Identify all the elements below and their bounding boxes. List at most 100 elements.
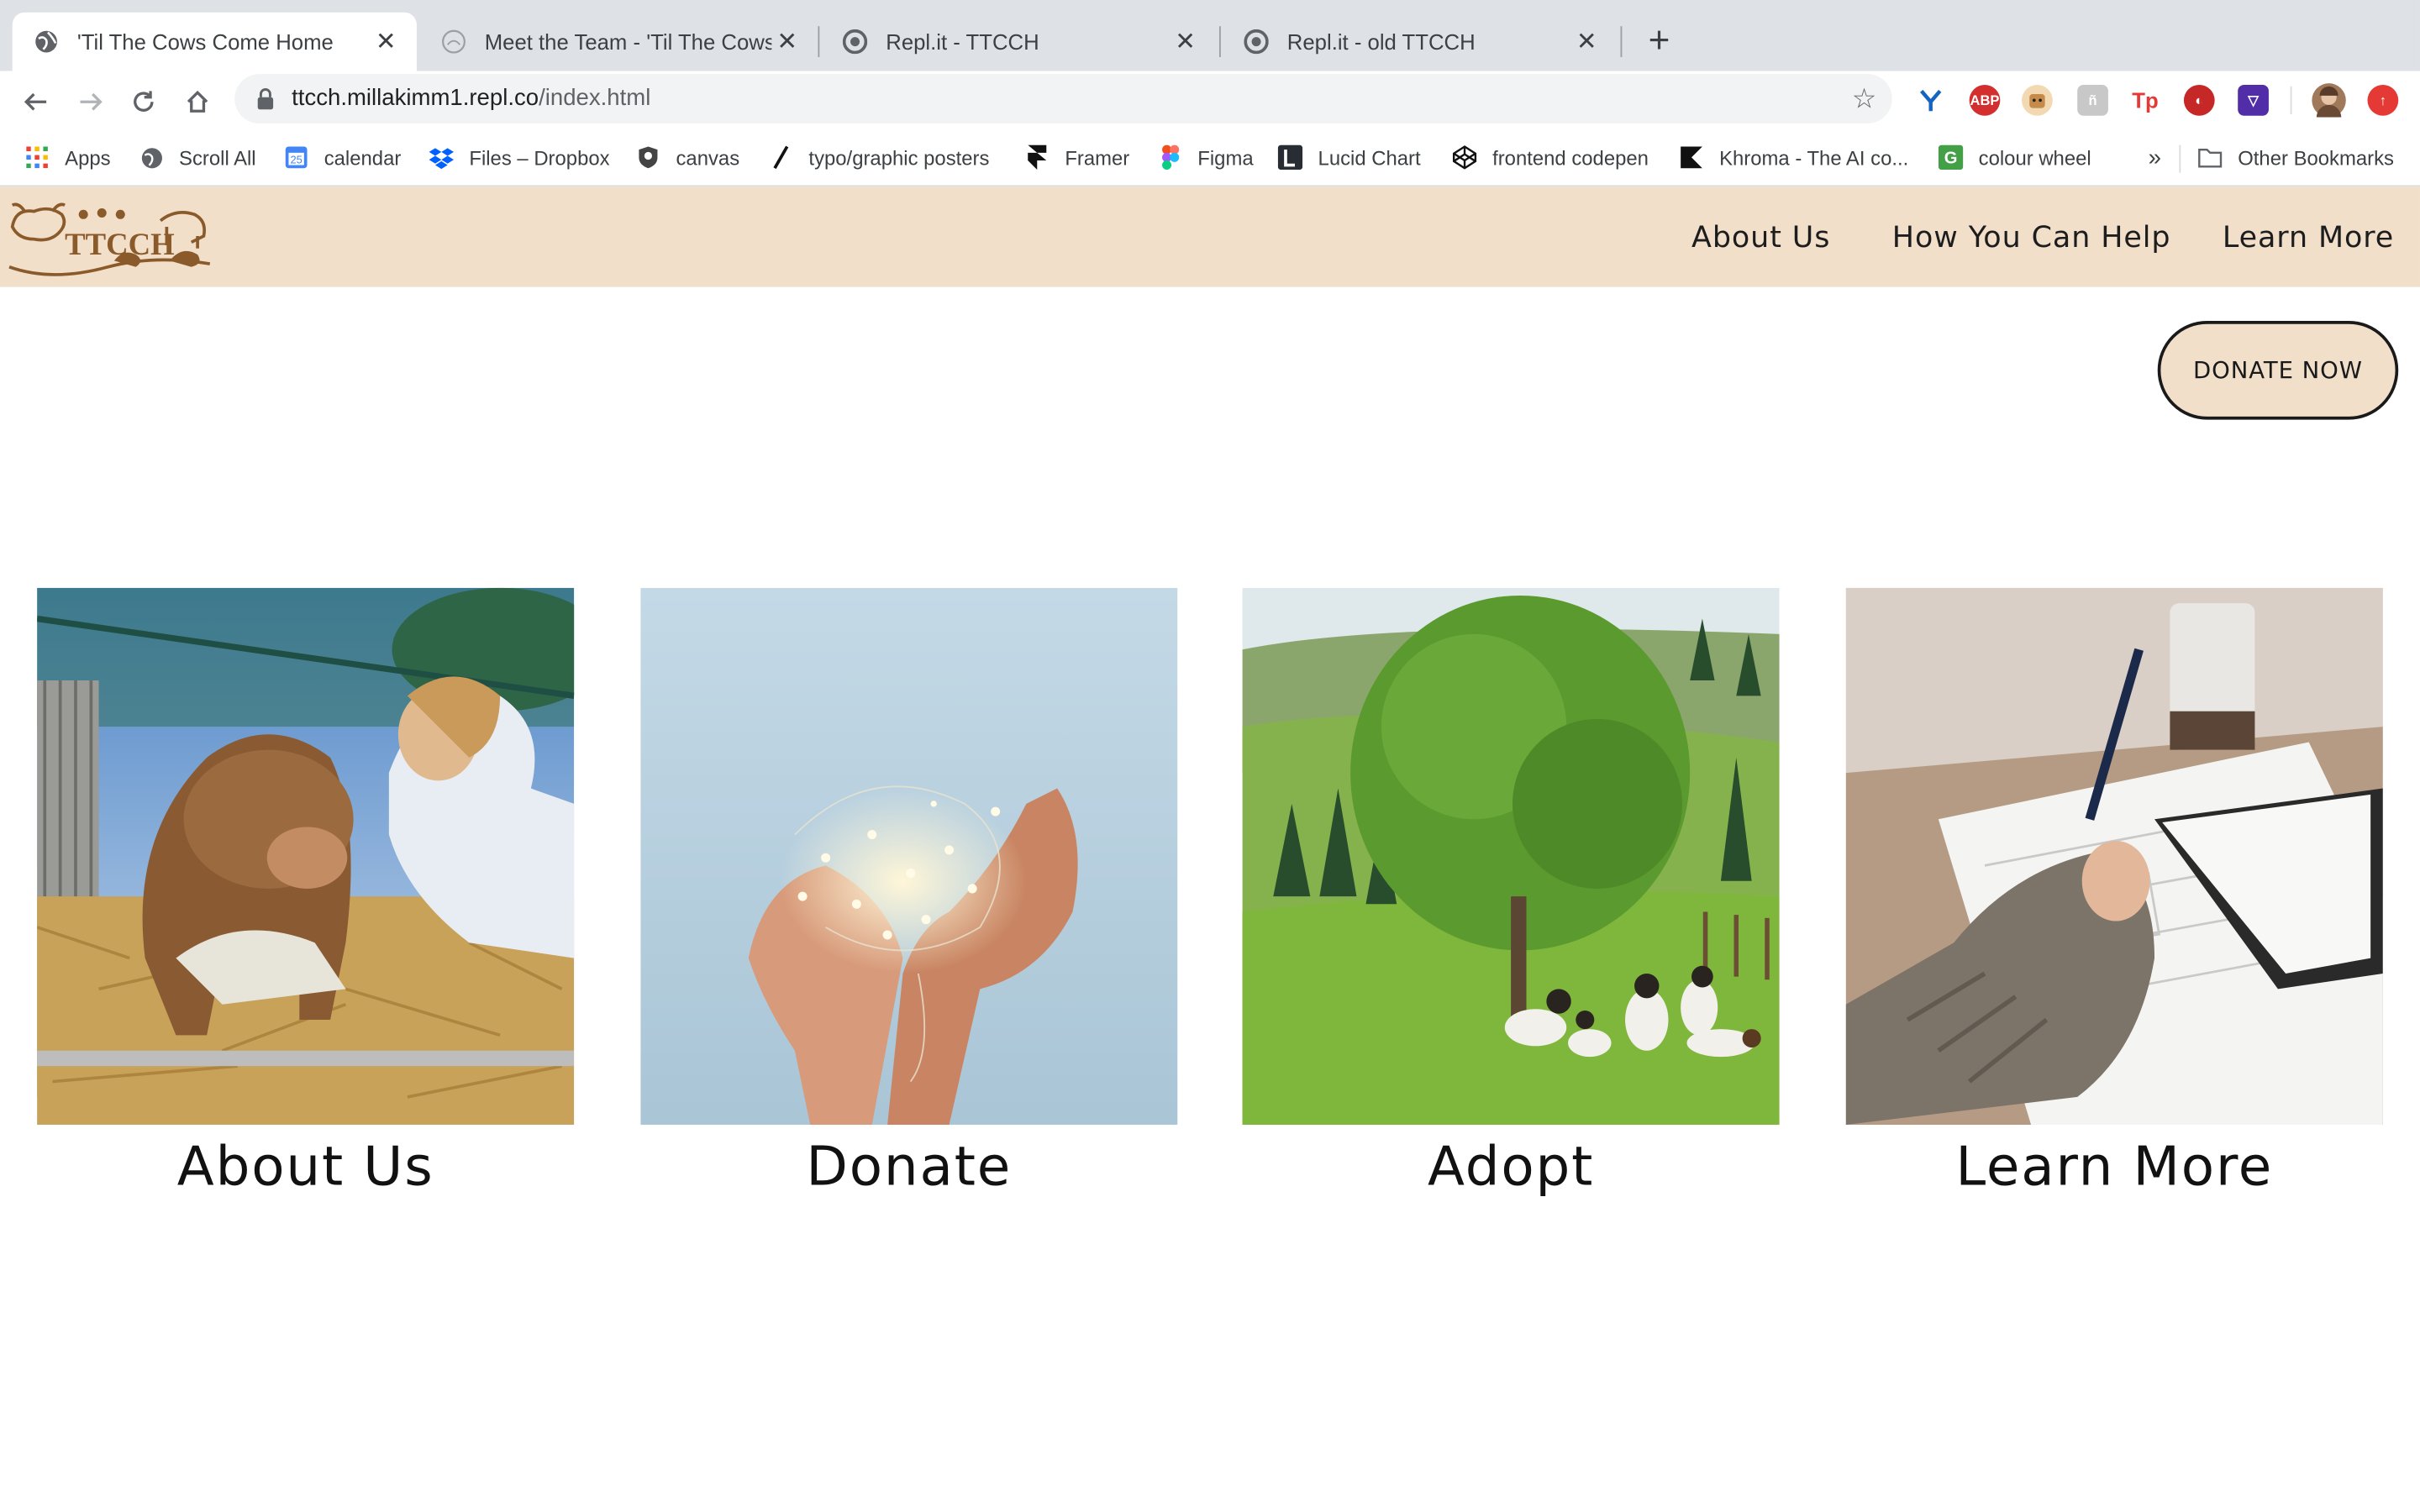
card-adopt[interactable]: Adopt — [1242, 587, 1780, 1200]
profile-avatar[interactable] — [2312, 83, 2346, 118]
forward-arrow-icon[interactable] — [71, 81, 111, 122]
g-icon: G — [1938, 144, 1964, 171]
extension-y-icon[interactable] — [1915, 85, 1946, 116]
bookmarks-separator — [2179, 144, 2181, 173]
extension-face-icon[interactable] — [2022, 85, 2053, 116]
tab-replit-old-ttcch[interactable]: Repl.it - old TTCCH ✕ — [1223, 13, 1618, 71]
extension-red-icon[interactable]: ◐ — [2183, 85, 2215, 116]
card-learn-more[interactable]: Learn More — [1845, 587, 2383, 1199]
bookmark-other[interactable]: Other Bookmarks — [2197, 144, 2394, 171]
adblock-icon[interactable]: ABP — [1969, 85, 2001, 116]
bookmark-label: Scroll All — [179, 145, 256, 170]
tab-title: Repl.it - TTCCH — [886, 29, 1039, 55]
globe-icon — [34, 29, 58, 54]
bookmark-label: Lucid Chart — [1318, 145, 1421, 170]
tab-strip: 'Til The Cows Come Home ✕ Meet the Team … — [0, 0, 2420, 71]
site-header: TTCCH About Us How You Can Help Learn Mo… — [0, 186, 2420, 287]
bookmark-label: canvas — [676, 145, 740, 170]
codepen-icon — [1452, 145, 1477, 170]
reload-icon[interactable] — [124, 81, 164, 122]
back-arrow-icon[interactable] — [15, 81, 55, 122]
replit-icon — [1244, 29, 1269, 55]
bookmark-khroma[interactable]: Khroma - The AI co... — [1679, 144, 1908, 171]
lock-icon — [256, 88, 275, 118]
extension-gray-icon[interactable]: ñ — [2077, 85, 2108, 116]
bookmark-scroll-all[interactable]: Scroll All — [139, 144, 256, 171]
close-icon[interactable]: ✕ — [1571, 26, 1602, 57]
nav-learn-more[interactable]: Learn More — [2223, 221, 2394, 255]
logo-text: TTCCH — [65, 227, 175, 261]
close-icon[interactable]: ✕ — [371, 26, 402, 57]
bookmark-apps[interactable]: Apps — [24, 144, 111, 171]
calf-photo[interactable] — [37, 587, 575, 1125]
tab-title: Repl.it - old TTCCH — [1286, 29, 1476, 55]
extension-purple-icon[interactable]: ▽ — [2238, 85, 2269, 116]
bookmark-label: Other Bookmarks — [2238, 145, 2395, 170]
card-donate[interactable]: Donate — [640, 587, 1178, 1199]
bookmark-label: Framer — [1065, 145, 1130, 170]
bookmark-label: colour wheel — [1978, 145, 2091, 170]
folder-icon — [2197, 145, 2223, 170]
site-logo[interactable]: TTCCH — [6, 193, 213, 283]
donate-now-button[interactable]: DONATE NOW — [2157, 321, 2399, 420]
svg-text:G: G — [1944, 150, 1958, 168]
slash-icon — [769, 145, 793, 170]
bookmarks-bar: Apps Scroll All 25 calendar Files – Drop… — [0, 129, 2420, 187]
writing-desk-photo[interactable] — [1845, 587, 2383, 1125]
new-tab-icon[interactable]: + — [1639, 20, 1680, 62]
globe-icon — [139, 145, 163, 170]
bookmark-lucid-chart[interactable]: Lucid Chart — [1277, 144, 1421, 171]
tab-home[interactable]: 'Til The Cows Come Home ✕ — [12, 12, 417, 71]
bookmark-label: Files – Dropbox — [469, 145, 610, 170]
tab-separator — [1620, 26, 1623, 57]
toolbar-separator — [2290, 86, 2292, 114]
bookmark-label: frontend codepen — [1492, 145, 1649, 170]
card-label: About Us — [176, 1137, 434, 1200]
goats-meadow-photo[interactable] — [1242, 587, 1780, 1125]
bookmark-label: calendar — [324, 145, 402, 170]
nav-about-us[interactable]: About Us — [1691, 221, 1830, 255]
page-icon — [441, 29, 466, 54]
bookmark-framer[interactable]: Framer — [1025, 144, 1130, 171]
close-icon[interactable]: ✕ — [771, 26, 802, 57]
tab-title: 'Til The Cows Come Home — [76, 29, 334, 55]
shield-icon — [636, 145, 660, 170]
url-path: /index.html — [539, 85, 651, 112]
address-bar[interactable]: ttcch.millakimm1.repl.co/index.html ☆ — [234, 74, 1892, 123]
tab-replit-ttcch[interactable]: Repl.it - TTCCH ✕ — [821, 13, 1216, 71]
figma-icon — [1158, 144, 1182, 171]
close-icon[interactable]: ✕ — [1170, 26, 1201, 57]
bookmark-label: typo/graphic posters — [808, 145, 990, 170]
replit-icon — [842, 29, 868, 55]
bookmark-typo-posters[interactable]: typo/graphic posters — [769, 144, 990, 171]
bookmark-label: Apps — [65, 145, 111, 170]
bookmarks-overflow-icon[interactable]: » — [2149, 144, 2161, 171]
browser-toolbar: ttcch.millakimm1.repl.co/index.html ☆ AB… — [0, 71, 2420, 130]
calendar-icon: 25 — [284, 145, 308, 170]
bookmark-star-icon[interactable]: ☆ — [1852, 83, 1877, 116]
url-text: ttcch.millakimm1.repl.co/index.html — [292, 85, 650, 111]
card-about-us[interactable]: About Us — [37, 587, 575, 1200]
update-icon[interactable]: ↑ — [2367, 85, 2399, 116]
bookmark-codepen[interactable]: frontend codepen — [1452, 144, 1649, 171]
tab-separator — [818, 26, 820, 57]
url-host: ttcch.millakimm1.repl.co — [292, 85, 539, 112]
browser-window: 'Til The Cows Come Home ✕ Meet the Team … — [0, 0, 2420, 1512]
bookmark-label: Khroma - The AI co... — [1719, 145, 1909, 170]
extension-tp-icon[interactable]: Tp — [2130, 85, 2161, 116]
dropbox-icon — [429, 145, 454, 170]
card-label: Adopt — [1428, 1137, 1595, 1200]
bookmark-colour-wheel[interactable]: G colour wheel — [1938, 144, 2091, 171]
lucid-icon — [1277, 144, 1303, 171]
hands-lights-photo[interactable] — [640, 587, 1178, 1125]
apps-grid-icon — [24, 145, 49, 170]
bookmark-figma[interactable]: Figma — [1158, 144, 1254, 171]
nav-how-you-can-help[interactable]: How You Can Help — [1892, 221, 2171, 255]
tab-separator — [1218, 26, 1221, 57]
bookmark-calendar[interactable]: 25 calendar — [284, 144, 401, 171]
bookmark-canvas[interactable]: canvas — [636, 144, 739, 171]
home-icon[interactable] — [177, 81, 218, 122]
tab-title: Meet the Team - 'Til The Cows C — [484, 29, 772, 55]
tab-meet-the-team[interactable]: Meet the Team - 'Til The Cows C ✕ — [420, 13, 818, 71]
bookmark-dropbox[interactable]: Files – Dropbox — [429, 144, 610, 171]
